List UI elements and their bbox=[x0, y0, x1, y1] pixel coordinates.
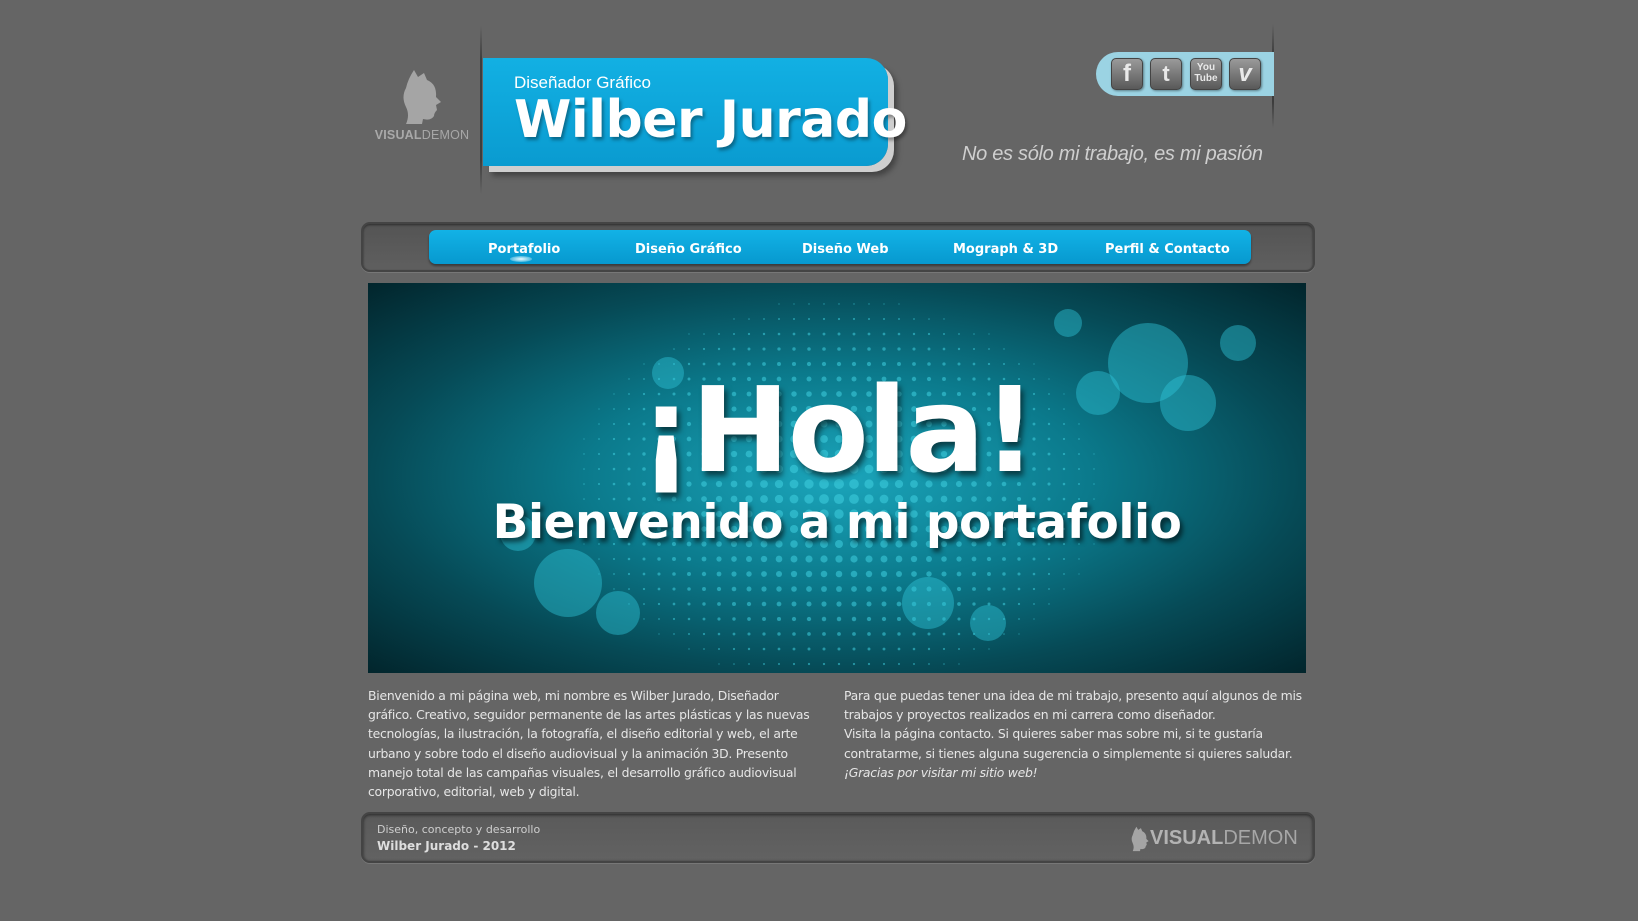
header-name: Wilber Jurado bbox=[514, 90, 907, 150]
tagline: No es sólo mi trabajo, es mi pasión bbox=[962, 143, 1263, 165]
youtube-icon-top: You bbox=[1196, 62, 1216, 73]
nav-item-mograph-3d[interactable]: Mograph & 3D bbox=[953, 242, 1058, 257]
hero-banner: ¡Hola! Bienvenido a mi portafolio bbox=[368, 283, 1306, 673]
demon-head-icon bbox=[1131, 826, 1149, 852]
thanks-text: ¡Gracias por visitar mi sitio web! bbox=[844, 764, 1038, 780]
youtube-icon-bottom: Tube bbox=[1194, 73, 1218, 84]
banner-subtitle: Bienvenido a mi portafolio bbox=[492, 495, 1182, 550]
nav-item-diseno-grafico[interactable]: Diseño Gráfico bbox=[635, 242, 742, 257]
intro-paragraph-2: Visita la página contacto. Si quieres sa… bbox=[844, 726, 1293, 761]
intro-text-left: Bienvenido a mi página web, mi nombre es… bbox=[368, 688, 810, 800]
demon-head-icon bbox=[403, 70, 441, 124]
vimeo-icon[interactable]: v bbox=[1229, 58, 1261, 90]
facebook-icon[interactable]: f bbox=[1111, 58, 1143, 90]
footer-logo[interactable]: VISUALDEMON bbox=[1130, 824, 1298, 852]
twitter-icon[interactable]: t bbox=[1150, 58, 1182, 90]
footer-credit-name: Wilber Jurado - 2012 bbox=[377, 839, 516, 853]
intro-paragraph-1: Para que puedas tener una idea de mi tra… bbox=[844, 688, 1302, 723]
intro-text-right: Para que puedas tener una idea de mi tra… bbox=[844, 686, 1314, 782]
logo-wordmark: VISUALDEMON bbox=[374, 128, 470, 142]
nav-item-perfil-contacto[interactable]: Perfil & Contacto bbox=[1105, 242, 1230, 257]
banner-title: ¡Hola! bbox=[639, 361, 1037, 499]
nav-item-portafolio[interactable]: Portafolio bbox=[488, 242, 560, 257]
header-divider bbox=[480, 26, 482, 194]
footer-wordmark: VISUALDEMON bbox=[1150, 826, 1298, 849]
footer-credit-label: Diseño, concepto y desarrollo bbox=[377, 823, 541, 836]
nav-item-diseno-web[interactable]: Diseño Web bbox=[802, 242, 889, 257]
youtube-icon[interactable]: You Tube bbox=[1190, 58, 1222, 90]
site-logo[interactable]: VISUALDEMON bbox=[372, 64, 472, 154]
nav-active-indicator bbox=[510, 256, 532, 262]
